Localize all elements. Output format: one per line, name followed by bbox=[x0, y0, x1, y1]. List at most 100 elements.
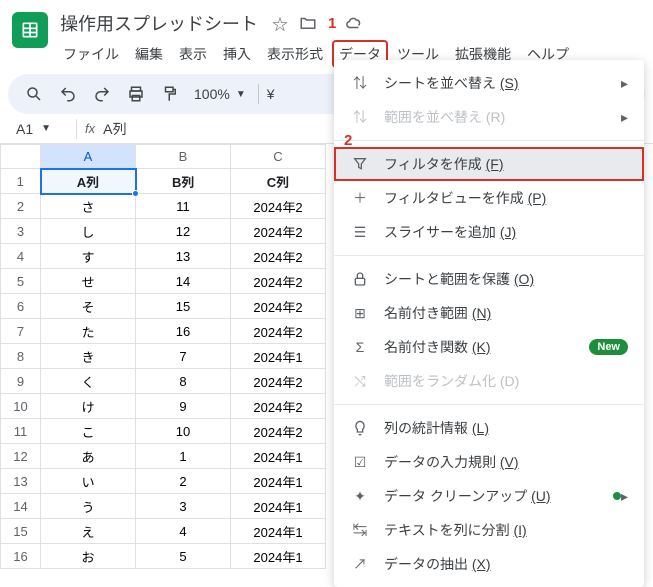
cell[interactable]: C列 bbox=[231, 169, 326, 194]
menu-named-range[interactable]: ⊞ 名前付き範囲 (N) bbox=[334, 296, 644, 330]
cell[interactable]: 4 bbox=[136, 519, 231, 544]
spreadsheet-grid[interactable]: A B C 1A列B列C列 2さ112024年2 3し122024年2 4す13… bbox=[0, 144, 326, 569]
currency-format[interactable]: ¥ bbox=[267, 86, 275, 102]
cell[interactable]: し bbox=[41, 219, 136, 244]
menu-validation[interactable]: ☑ データの入力規則 (V) bbox=[334, 445, 644, 479]
cell[interactable]: 16 bbox=[136, 319, 231, 344]
star-icon[interactable]: ☆ bbox=[270, 13, 290, 33]
cell[interactable]: 2024年1 bbox=[231, 444, 326, 469]
menu-column-stats[interactable]: 列の統計情報 (L) bbox=[334, 411, 644, 445]
move-folder-icon[interactable] bbox=[298, 13, 318, 33]
cell[interactable]: 2 bbox=[136, 469, 231, 494]
cell[interactable]: 14 bbox=[136, 269, 231, 294]
cell[interactable]: 2024年2 bbox=[231, 294, 326, 319]
zoom-select[interactable]: 100%▼ bbox=[190, 86, 250, 102]
cell[interactable]: 2024年2 bbox=[231, 419, 326, 444]
row-header[interactable]: 16 bbox=[1, 544, 41, 569]
cell[interactable]: き bbox=[41, 344, 136, 369]
sheets-logo[interactable] bbox=[12, 12, 48, 48]
document-title[interactable]: 操作用スプレッドシート bbox=[56, 8, 262, 38]
row-header[interactable]: 2 bbox=[1, 194, 41, 219]
menu-file[interactable]: ファイル bbox=[56, 40, 126, 68]
cell[interactable]: お bbox=[41, 544, 136, 569]
menu-edit[interactable]: 編集 bbox=[128, 40, 170, 68]
row-header[interactable]: 4 bbox=[1, 244, 41, 269]
cell[interactable]: た bbox=[41, 319, 136, 344]
cell[interactable]: 15 bbox=[136, 294, 231, 319]
cell[interactable]: 7 bbox=[136, 344, 231, 369]
cell[interactable]: け bbox=[41, 394, 136, 419]
cell[interactable]: さ bbox=[41, 194, 136, 219]
selection-handle[interactable] bbox=[132, 190, 139, 197]
row-header[interactable]: 7 bbox=[1, 319, 41, 344]
cell[interactable]: あ bbox=[41, 444, 136, 469]
cell[interactable]: A列 bbox=[41, 169, 136, 194]
select-all-corner[interactable] bbox=[1, 145, 41, 169]
menu-format[interactable]: 表示形式 bbox=[260, 40, 330, 68]
print-icon[interactable] bbox=[122, 80, 150, 108]
col-header-a[interactable]: A bbox=[41, 145, 136, 169]
row-header[interactable]: 3 bbox=[1, 219, 41, 244]
cell[interactable]: 2024年1 bbox=[231, 344, 326, 369]
paint-format-icon[interactable] bbox=[156, 80, 184, 108]
cell[interactable]: す bbox=[41, 244, 136, 269]
cell[interactable]: 2024年2 bbox=[231, 319, 326, 344]
row-header[interactable]: 12 bbox=[1, 444, 41, 469]
menu-insert[interactable]: 挿入 bbox=[216, 40, 258, 68]
cell[interactable]: 8 bbox=[136, 369, 231, 394]
col-header-b[interactable]: B bbox=[136, 145, 231, 169]
menu-add-slicer[interactable]: ☰ スライサーを追加 (J) bbox=[334, 215, 644, 249]
cell[interactable]: 9 bbox=[136, 394, 231, 419]
menu-split-text[interactable]: ↹ テキストを列に分割 (I) bbox=[334, 513, 644, 547]
menu-cleanup[interactable]: ✦ データ クリーンアップ (U) ▸ bbox=[334, 479, 644, 513]
cell[interactable]: 2024年2 bbox=[231, 219, 326, 244]
menu-named-function[interactable]: Σ 名前付き関数 (K) New bbox=[334, 330, 644, 364]
row-header[interactable]: 11 bbox=[1, 419, 41, 444]
cell[interactable]: く bbox=[41, 369, 136, 394]
cell[interactable]: え bbox=[41, 519, 136, 544]
cell[interactable]: 2024年2 bbox=[231, 269, 326, 294]
undo-icon[interactable] bbox=[54, 80, 82, 108]
row-header[interactable]: 1 bbox=[1, 169, 41, 194]
cell[interactable]: 13 bbox=[136, 244, 231, 269]
cell[interactable]: 12 bbox=[136, 219, 231, 244]
cell[interactable]: 2024年1 bbox=[231, 494, 326, 519]
cell[interactable]: 2024年2 bbox=[231, 369, 326, 394]
cell[interactable]: い bbox=[41, 469, 136, 494]
cell[interactable]: 2024年2 bbox=[231, 244, 326, 269]
cell[interactable]: そ bbox=[41, 294, 136, 319]
search-icon[interactable] bbox=[20, 80, 48, 108]
cell[interactable]: 5 bbox=[136, 544, 231, 569]
redo-icon[interactable] bbox=[88, 80, 116, 108]
col-header-c[interactable]: C bbox=[231, 145, 326, 169]
row-header[interactable]: 6 bbox=[1, 294, 41, 319]
cell[interactable]: 2024年1 bbox=[231, 519, 326, 544]
menu-view[interactable]: 表示 bbox=[172, 40, 214, 68]
cell[interactable]: 3 bbox=[136, 494, 231, 519]
cell[interactable]: 10 bbox=[136, 419, 231, 444]
menu-protect[interactable]: シートと範囲を保護 (O) bbox=[334, 262, 644, 296]
cell-reference[interactable]: A1▼ bbox=[8, 121, 68, 137]
row-header[interactable]: 9 bbox=[1, 369, 41, 394]
menu-extract[interactable]: ↗ データの抽出 (X) bbox=[334, 547, 644, 581]
row-header[interactable]: 15 bbox=[1, 519, 41, 544]
menu-create-filter[interactable]: フィルタを作成 (F) bbox=[334, 147, 644, 181]
cell[interactable]: 1 bbox=[136, 444, 231, 469]
row-header[interactable]: 8 bbox=[1, 344, 41, 369]
row-header[interactable]: 5 bbox=[1, 269, 41, 294]
cell[interactable]: せ bbox=[41, 269, 136, 294]
menu-create-filter-view[interactable]: ＋ フィルタビューを作成 (P) bbox=[334, 181, 644, 215]
cell[interactable]: 2024年2 bbox=[231, 194, 326, 219]
row-header[interactable]: 10 bbox=[1, 394, 41, 419]
row-header[interactable]: 14 bbox=[1, 494, 41, 519]
row-header[interactable]: 13 bbox=[1, 469, 41, 494]
cell[interactable]: こ bbox=[41, 419, 136, 444]
formula-content[interactable]: A列 bbox=[103, 119, 126, 139]
cell[interactable]: う bbox=[41, 494, 136, 519]
cloud-status-icon[interactable] bbox=[344, 13, 364, 33]
cell[interactable]: 11 bbox=[136, 194, 231, 219]
menu-sort-sheet[interactable]: ⇅ シートを並べ替え (S) ▸ bbox=[334, 66, 644, 100]
cell[interactable]: 2024年1 bbox=[231, 544, 326, 569]
cell[interactable]: 2024年2 bbox=[231, 394, 326, 419]
cell[interactable]: 2024年1 bbox=[231, 469, 326, 494]
